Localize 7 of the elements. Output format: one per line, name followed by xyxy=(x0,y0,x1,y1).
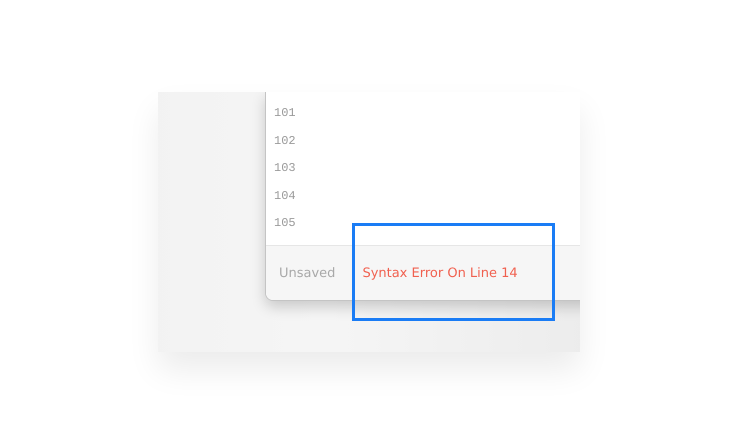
line-number: 101 xyxy=(274,105,296,121)
line-number: 102 xyxy=(274,132,296,148)
save-status: Unsaved xyxy=(279,266,336,280)
line-number: 103 xyxy=(274,160,296,176)
line-number: 105 xyxy=(274,215,296,231)
error-message: Syntax Error On Line 14 xyxy=(362,266,518,280)
line-number: 104 xyxy=(274,188,296,204)
